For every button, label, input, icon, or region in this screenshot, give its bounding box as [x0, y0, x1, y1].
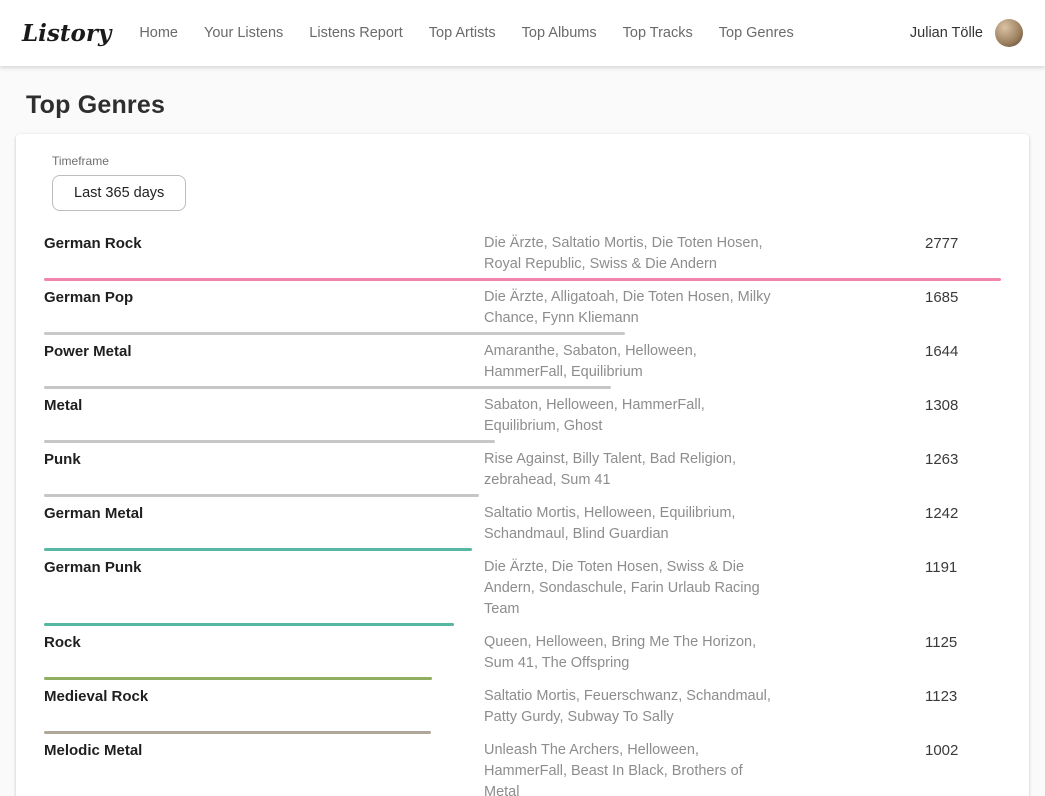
genre-row: Medieval Rock Saltatio Mortis, Feuerschw… — [44, 680, 1001, 734]
genre-count: 1123 — [925, 686, 1001, 728]
nav-link-top-genres[interactable]: Top Genres — [719, 25, 794, 41]
genre-row: Punk Rise Against, Billy Talent, Bad Rel… — [44, 443, 1001, 497]
genre-row: Melodic Metal Unleash The Archers, Hello… — [44, 734, 1001, 796]
genre-count: 1644 — [925, 341, 1001, 383]
user-name: Julian Tölle — [910, 25, 983, 41]
genre-row: German Metal Saltatio Mortis, Helloween,… — [44, 497, 1001, 551]
genre-artists: Amaranthe, Sabaton, Helloween, HammerFal… — [484, 341, 774, 383]
nav-link-your-listens[interactable]: Your Listens — [204, 25, 283, 41]
nav-link-top-albums[interactable]: Top Albums — [522, 25, 597, 41]
user-avatar[interactable] — [995, 19, 1023, 47]
genre-artists: Die Ärzte, Alligatoah, Die Toten Hosen, … — [484, 287, 774, 329]
genre-name: Metal — [44, 395, 484, 437]
genre-count: 1263 — [925, 449, 1001, 491]
genre-row: German Rock Die Ärzte, Saltatio Mortis, … — [44, 227, 1001, 281]
genre-artists: Saltatio Mortis, Feuerschwanz, Schandmau… — [484, 686, 774, 728]
genre-row: German Punk Die Ärzte, Die Toten Hosen, … — [44, 551, 1001, 626]
genre-artists: Queen, Helloween, Bring Me The Horizon, … — [484, 632, 774, 674]
timeframe-label: Timeframe — [52, 154, 1001, 168]
genre-table: German Rock Die Ärzte, Saltatio Mortis, … — [44, 227, 1001, 796]
top-nav: Listory Home Your Listens Listens Report… — [0, 0, 1045, 66]
genre-name: Rock — [44, 632, 484, 674]
nav-link-top-tracks[interactable]: Top Tracks — [623, 25, 693, 41]
nav-link-home[interactable]: Home — [139, 25, 178, 41]
genre-count: 2777 — [925, 233, 1001, 275]
genre-artists: Die Ärzte, Saltatio Mortis, Die Toten Ho… — [484, 233, 774, 275]
nav-link-listens-report[interactable]: Listens Report — [309, 25, 403, 41]
user-menu[interactable]: Julian Tölle — [910, 19, 1023, 47]
genre-count: 1191 — [925, 557, 1001, 620]
genre-name: Power Metal — [44, 341, 484, 383]
genre-count: 1308 — [925, 395, 1001, 437]
main-content: Top Genres Timeframe Last 365 days Germa… — [0, 91, 1045, 796]
nav-link-top-artists[interactable]: Top Artists — [429, 25, 496, 41]
genre-count: 1242 — [925, 503, 1001, 545]
app-logo[interactable]: Listory — [22, 20, 111, 47]
genre-artists: Rise Against, Billy Talent, Bad Religion… — [484, 449, 774, 491]
genre-count: 1685 — [925, 287, 1001, 329]
genre-name: German Rock — [44, 233, 484, 275]
genre-artists: Sabaton, Helloween, HammerFall, Equilibr… — [484, 395, 774, 437]
genre-row: Power Metal Amaranthe, Sabaton, Hellowee… — [44, 335, 1001, 389]
timeframe-select[interactable]: Last 365 days — [52, 175, 186, 211]
timeframe-control: Timeframe Last 365 days — [52, 154, 1001, 211]
nav-links: Home Your Listens Listens Report Top Art… — [139, 25, 793, 41]
genre-artists: Saltatio Mortis, Helloween, Equilibrium,… — [484, 503, 774, 545]
genre-name: German Pop — [44, 287, 484, 329]
genre-name: Melodic Metal — [44, 740, 484, 796]
genre-name: Medieval Rock — [44, 686, 484, 728]
genre-count: 1002 — [925, 740, 1001, 796]
genres-card: Timeframe Last 365 days German Rock Die … — [16, 134, 1029, 796]
genre-name: German Punk — [44, 557, 484, 620]
genre-artists: Unleash The Archers, Helloween, HammerFa… — [484, 740, 774, 796]
genre-name: Punk — [44, 449, 484, 491]
page-title: Top Genres — [26, 91, 1029, 120]
genre-row: German Pop Die Ärzte, Alligatoah, Die To… — [44, 281, 1001, 335]
genre-artists: Die Ärzte, Die Toten Hosen, Swiss & Die … — [484, 557, 774, 620]
genre-count: 1125 — [925, 632, 1001, 674]
genre-row: Metal Sabaton, Helloween, HammerFall, Eq… — [44, 389, 1001, 443]
genre-row: Rock Queen, Helloween, Bring Me The Hori… — [44, 626, 1001, 680]
genre-name: German Metal — [44, 503, 484, 545]
